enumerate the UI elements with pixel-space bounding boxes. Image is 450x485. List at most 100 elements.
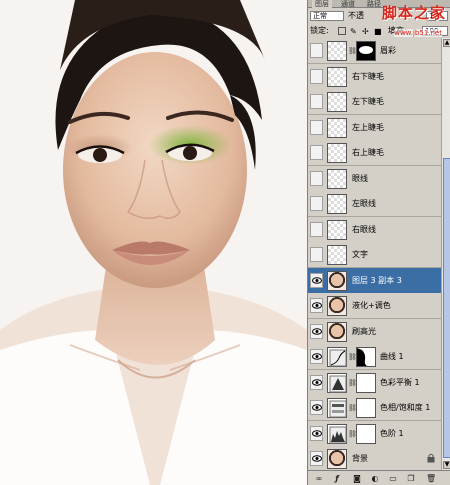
layer-row[interactable]: 眼线 (308, 165, 441, 192)
layer-thumbnail[interactable] (327, 194, 347, 214)
layer-mask-thumbnail[interactable] (356, 398, 376, 418)
layer-name: 色阶 1 (380, 428, 404, 438)
layer-thumbnail[interactable] (327, 321, 347, 342)
layer-name: 色彩平衡 1 (380, 377, 420, 387)
scrollbar-thumb[interactable] (443, 158, 450, 458)
layer-row[interactable]: 右上睫毛 (308, 140, 441, 166)
layer-row[interactable]: ⛓ 曲线 1 (308, 344, 441, 370)
mask-icon[interactable]: ◙ (352, 474, 362, 483)
tab-channels[interactable]: 通道 (338, 0, 358, 8)
portrait-image (0, 0, 307, 485)
visibility-toggle[interactable] (310, 43, 323, 58)
layer-mask-thumbnail[interactable] (356, 347, 376, 367)
eye-icon[interactable] (310, 323, 323, 339)
tab-layers[interactable]: 图层 (312, 0, 332, 8)
layer-mask-thumbnail[interactable] (356, 423, 376, 444)
visibility-toggle[interactable] (310, 196, 323, 211)
panel-footer: ∞ ƒ ◙ ◐ ▭ ❐ 🗑 (308, 470, 450, 485)
new-layer-icon[interactable]: ❐ (406, 474, 416, 483)
layer-thumbnail[interactable] (327, 117, 347, 138)
layer-thumbnail[interactable] (327, 449, 347, 469)
opacity-label: 不透 (348, 11, 364, 20)
scroll-up-icon[interactable]: ▲ (443, 39, 450, 47)
eye-icon[interactable] (310, 400, 323, 415)
layer-name: 背景 (352, 454, 368, 463)
scroll-down-icon[interactable]: ▼ (443, 461, 450, 469)
folder-icon[interactable]: ▭ (388, 474, 398, 483)
layer-name: 眉彩 (380, 46, 396, 55)
layer-name: 右上睫毛 (352, 148, 384, 157)
layer-name: 图层 3 副本 3 (352, 275, 402, 285)
layer-row[interactable]: ⛓ 色相/饱和度 1 (308, 395, 441, 421)
layer-list: ⛓ 眉彩右下睫毛左下睫毛左上睫毛右上睫毛眼线左眼线右眼线文字图层 3 副本 3 液化… (308, 38, 441, 470)
link-layers-icon[interactable]: ∞ (314, 474, 324, 483)
visibility-toggle[interactable] (310, 247, 323, 262)
visibility-toggle[interactable] (310, 170, 323, 186)
eye-icon[interactable] (310, 374, 323, 390)
layer-row[interactable]: 液化+调色 (308, 293, 441, 319)
layer-name: 曲线 1 (380, 352, 404, 361)
layer-thumbnail[interactable] (327, 245, 347, 265)
layer-mask-thumbnail[interactable] (356, 41, 376, 61)
layer-name: 左眼线 (352, 199, 376, 208)
layer-row[interactable]: 图层 3 副本 3 (308, 267, 441, 294)
layer-row[interactable]: 左上睫毛 (308, 114, 441, 141)
layer-row[interactable]: ⛓ 眉彩 (308, 38, 441, 64)
layer-name: 左上睫毛 (352, 122, 384, 132)
lock-brush-icon[interactable]: ✎ (350, 25, 357, 39)
layer-thumbnail[interactable] (327, 92, 347, 112)
layer-thumbnail[interactable] (327, 41, 347, 61)
layer-row[interactable]: 刷高光 (308, 318, 441, 345)
layer-row[interactable]: 左眼线 (308, 191, 441, 217)
layer-row[interactable]: ⛓ 色彩平衡 1 (308, 369, 441, 396)
adjustment-icon[interactable]: ◐ (370, 474, 380, 483)
eye-icon[interactable] (310, 298, 323, 313)
layer-list-scrollbar[interactable]: ▲ ▼ (441, 38, 450, 470)
layer-name: 液化+调色 (352, 301, 391, 310)
lock-label: 锁定: (310, 26, 329, 35)
lock-all-icon[interactable]: ■ (374, 25, 382, 39)
layer-row[interactable]: 左下睫毛 (308, 89, 441, 115)
eye-icon[interactable] (310, 451, 323, 466)
lock-move-icon[interactable]: ✢ (362, 25, 369, 39)
visibility-toggle[interactable] (310, 145, 323, 160)
layer-name: 右眼线 (352, 224, 376, 234)
layer-name: 文字 (352, 250, 368, 259)
layer-name: 眼线 (352, 173, 368, 183)
layer-thumbnail[interactable] (327, 270, 347, 291)
layer-row[interactable]: 右下睫毛 (308, 63, 441, 90)
lock-icon (427, 453, 435, 463)
adjustment-layer-icon[interactable] (327, 423, 347, 444)
blend-mode-select[interactable]: 正常 (310, 11, 344, 21)
photo-canvas[interactable] (0, 0, 307, 485)
layer-row[interactable]: 文字 (308, 242, 441, 268)
lock-transparency-icon[interactable] (338, 27, 346, 35)
layer-row[interactable]: ⛓ 色阶 1 (308, 420, 441, 447)
layer-thumbnail[interactable] (327, 143, 347, 163)
layer-thumbnail[interactable] (327, 168, 347, 189)
layer-thumbnail[interactable] (327, 296, 347, 316)
visibility-toggle[interactable] (310, 68, 323, 84)
layer-thumbnail[interactable] (327, 219, 347, 240)
adjustment-layer-icon[interactable] (327, 372, 347, 393)
layer-name: 刷高光 (352, 326, 376, 336)
layer-row[interactable]: 背景 (308, 446, 441, 470)
visibility-toggle[interactable] (310, 221, 323, 237)
watermark-logo: 脚本之家 (381, 4, 446, 22)
eye-icon[interactable] (310, 349, 323, 364)
eye-icon[interactable] (310, 272, 323, 288)
layer-name: 色相/饱和度 1 (380, 403, 431, 412)
visibility-toggle[interactable] (310, 94, 323, 109)
adjustment-layer-icon[interactable] (327, 398, 347, 418)
layer-name: 右下睫毛 (352, 71, 384, 81)
eye-icon[interactable] (310, 425, 323, 441)
visibility-toggle[interactable] (310, 119, 323, 135)
layer-thumbnail[interactable] (327, 66, 347, 87)
fx-icon[interactable]: ƒ (332, 474, 342, 483)
trash-icon[interactable]: 🗑 (426, 474, 436, 483)
layer-name: 左下睫毛 (352, 97, 384, 106)
layer-mask-thumbnail[interactable] (356, 372, 376, 393)
layer-row[interactable]: 右眼线 (308, 216, 441, 243)
layers-panel: 图层 通道 路径 正常 不透 100 锁定: ✎ ✢ ■ 填充: 100 脚本之… (307, 0, 450, 485)
adjustment-layer-icon[interactable] (327, 347, 347, 367)
